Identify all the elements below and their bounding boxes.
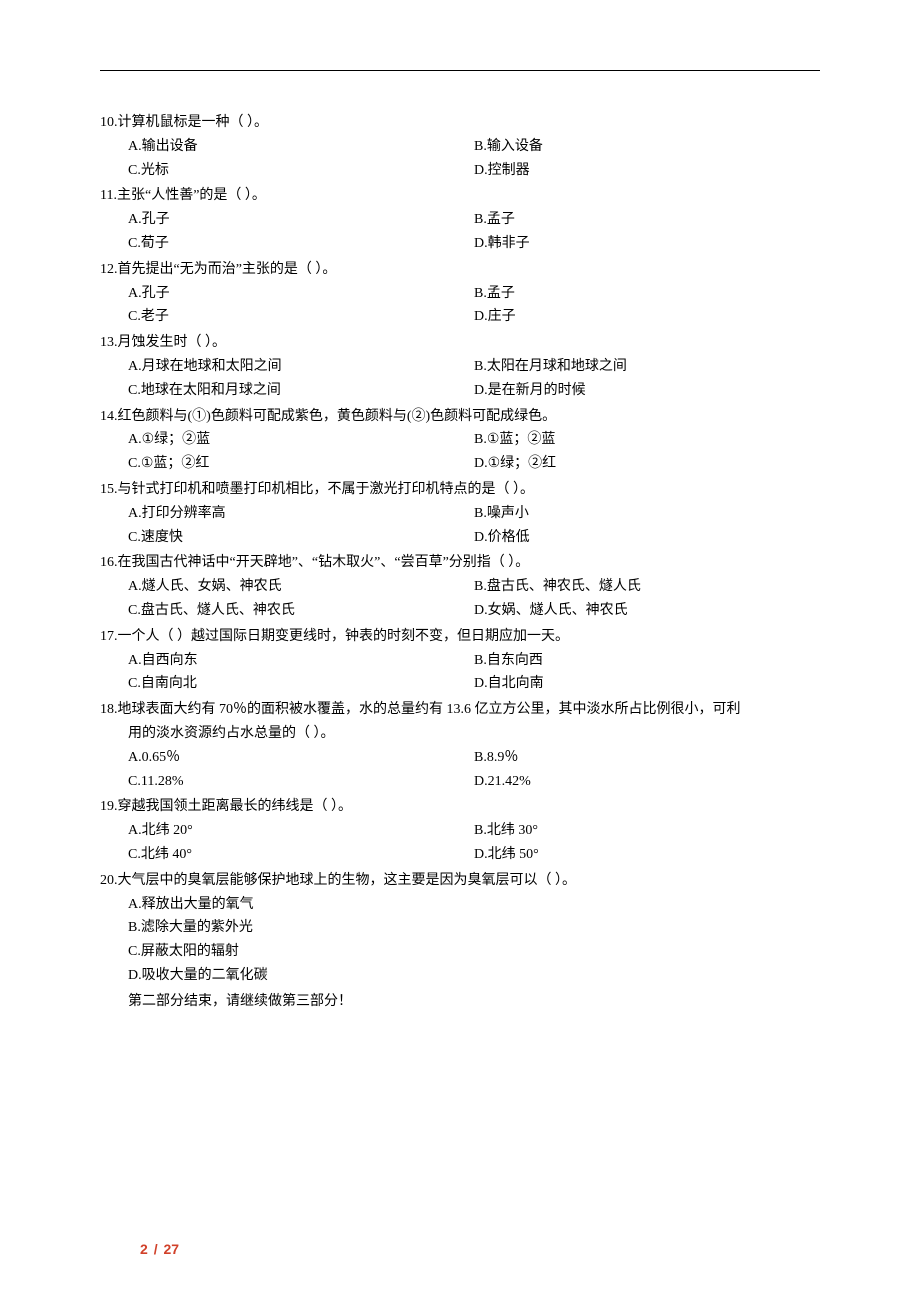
question-stem: 20.大气层中的臭氧层能够保护地球上的生物，这主要是因为臭氧层可以（ ）。	[100, 869, 820, 893]
option: D.北纬 50°	[474, 843, 820, 867]
option: A.孔子	[128, 282, 474, 306]
option: C.①蓝；②红	[128, 452, 474, 476]
options-row: A.北纬 20°B.北纬 30°C.北纬 40°D.北纬 50°	[128, 819, 820, 867]
option: D.韩非子	[474, 232, 820, 256]
options-row: A.打印分辨率高B.噪声小C.速度快D.价格低	[128, 502, 820, 550]
option: B.噪声小	[474, 502, 820, 526]
top-rule	[100, 70, 820, 71]
option: D.控制器	[474, 159, 820, 183]
option: B.太阳在月球和地球之间	[474, 355, 820, 379]
question-stem: 12.首先提出“无为而治”主张的是（ ）。	[100, 258, 820, 282]
option: C.荀子	[128, 232, 474, 256]
option: B.输入设备	[474, 135, 820, 159]
options-row: A.0.65％B.8.9％C.11.28%D.21.42%	[128, 746, 820, 794]
option: B.盘古氏、神农氏、燧人氏	[474, 575, 820, 599]
question-18: 18.地球表面大约有 70％的面积被水覆盖，水的总量约有 13.6 亿立方公里，…	[100, 698, 820, 793]
option: B.孟子	[474, 208, 820, 232]
page-number: 2 / 27	[140, 1238, 179, 1262]
exam-page: 10.计算机鼠标是一种（ ）。A.输出设备B.输入设备C.光标D.控制器11.主…	[0, 0, 920, 1302]
option: D.21.42%	[474, 770, 820, 794]
options-row: A.自西向东B.自东向西C.自南向北D.自北向南	[128, 649, 820, 697]
option: D.吸收大量的二氧化碳	[128, 964, 820, 988]
options-row: A.孔子B.孟子C.荀子D.韩非子	[128, 208, 820, 256]
option: D.是在新月的时候	[474, 379, 820, 403]
question-stem: 18.地球表面大约有 70％的面积被水覆盖，水的总量约有 13.6 亿立方公里，…	[100, 698, 820, 722]
option: A.打印分辨率高	[128, 502, 474, 526]
option: C.屏蔽太阳的辐射	[128, 940, 820, 964]
option: C.地球在太阳和月球之间	[128, 379, 474, 403]
question-19: 19.穿越我国领土距离最长的纬线是（ ）。A.北纬 20°B.北纬 30°C.北…	[100, 795, 820, 866]
question-20: 20.大气层中的臭氧层能够保护地球上的生物，这主要是因为臭氧层可以（ ）。A.释…	[100, 869, 820, 988]
question-10: 10.计算机鼠标是一种（ ）。A.输出设备B.输入设备C.光标D.控制器	[100, 111, 820, 182]
option: B.孟子	[474, 282, 820, 306]
option: C.老子	[128, 305, 474, 329]
options-row: A.输出设备B.输入设备C.光标D.控制器	[128, 135, 820, 183]
option: D.①绿；②红	[474, 452, 820, 476]
options-row: A.①绿；②蓝B.①蓝；②蓝C.①蓝；②红D.①绿；②红	[128, 428, 820, 476]
questions-container: 10.计算机鼠标是一种（ ）。A.输出设备B.输入设备C.光标D.控制器11.主…	[100, 111, 820, 988]
option: D.庄子	[474, 305, 820, 329]
question-13: 13.月蚀发生时（ ）。A.月球在地球和太阳之间B.太阳在月球和地球之间C.地球…	[100, 331, 820, 402]
section-end-note: 第二部分结束，请继续做第三部分！	[128, 990, 820, 1014]
option: A.释放出大量的氧气	[128, 893, 820, 917]
question-stem-cont: 用的淡水资源约占水总量的（ ）。	[128, 722, 820, 746]
question-14: 14.红色颜料与(①)色颜料可配成紫色，黄色颜料与(②)色颜料可配成绿色。A.①…	[100, 405, 820, 476]
option: C.11.28%	[128, 770, 474, 794]
question-stem: 17.一个人（ ）越过国际日期变更线时，钟表的时刻不变，但日期应加一天。	[100, 625, 820, 649]
option: C.速度快	[128, 526, 474, 550]
option: A.①绿；②蓝	[128, 428, 474, 452]
options-row: A.释放出大量的氧气B.滤除大量的紫外光C.屏蔽太阳的辐射D.吸收大量的二氧化碳	[128, 893, 820, 988]
question-stem: 13.月蚀发生时（ ）。	[100, 331, 820, 355]
question-stem: 16.在我国古代神话中“开天辟地”、“钻木取火”、“尝百草”分别指（ ）。	[100, 551, 820, 575]
question-16: 16.在我国古代神话中“开天辟地”、“钻木取火”、“尝百草”分别指（ ）。A.燧…	[100, 551, 820, 622]
option: A.孔子	[128, 208, 474, 232]
question-stem: 14.红色颜料与(①)色颜料可配成紫色，黄色颜料与(②)色颜料可配成绿色。	[100, 405, 820, 429]
option: C.光标	[128, 159, 474, 183]
option: D.自北向南	[474, 672, 820, 696]
option: C.自南向北	[128, 672, 474, 696]
question-stem: 11.主张“人性善”的是（ ）。	[100, 184, 820, 208]
option: D.价格低	[474, 526, 820, 550]
question-stem: 19.穿越我国领土距离最长的纬线是（ ）。	[100, 795, 820, 819]
option: B.自东向西	[474, 649, 820, 673]
option: A.北纬 20°	[128, 819, 474, 843]
question-15: 15.与针式打印机和喷墨打印机相比，不属于激光打印机特点的是（ ）。A.打印分辨…	[100, 478, 820, 549]
option: A.月球在地球和太阳之间	[128, 355, 474, 379]
page-total: 27	[163, 1241, 179, 1257]
question-stem: 15.与针式打印机和喷墨打印机相比，不属于激光打印机特点的是（ ）。	[100, 478, 820, 502]
option: A.燧人氏、女娲、神农氏	[128, 575, 474, 599]
page-sep: /	[154, 1241, 158, 1257]
option: A.0.65％	[128, 746, 474, 770]
option: B.①蓝；②蓝	[474, 428, 820, 452]
option: C.盘古氏、燧人氏、神农氏	[128, 599, 474, 623]
options-row: A.月球在地球和太阳之间B.太阳在月球和地球之间C.地球在太阳和月球之间D.是在…	[128, 355, 820, 403]
option: B.8.9％	[474, 746, 820, 770]
option: C.北纬 40°	[128, 843, 474, 867]
question-12: 12.首先提出“无为而治”主张的是（ ）。A.孔子B.孟子C.老子D.庄子	[100, 258, 820, 329]
question-17: 17.一个人（ ）越过国际日期变更线时，钟表的时刻不变，但日期应加一天。A.自西…	[100, 625, 820, 696]
option: A.自西向东	[128, 649, 474, 673]
question-stem: 10.计算机鼠标是一种（ ）。	[100, 111, 820, 135]
option: A.输出设备	[128, 135, 474, 159]
option: D.女娲、燧人氏、神农氏	[474, 599, 820, 623]
option: B.滤除大量的紫外光	[128, 916, 820, 940]
options-row: A.燧人氏、女娲、神农氏B.盘古氏、神农氏、燧人氏C.盘古氏、燧人氏、神农氏D.…	[128, 575, 820, 623]
question-11: 11.主张“人性善”的是（ ）。A.孔子B.孟子C.荀子D.韩非子	[100, 184, 820, 255]
option: B.北纬 30°	[474, 819, 820, 843]
options-row: A.孔子B.孟子C.老子D.庄子	[128, 282, 820, 330]
page-current: 2	[140, 1241, 148, 1257]
